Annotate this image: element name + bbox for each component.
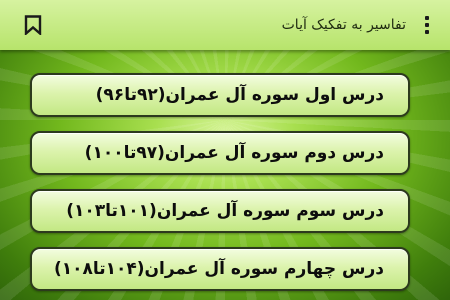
app-toolbar: تفاسیر به تفکیک آیات (0, 0, 450, 50)
lesson-label: درس چهارم سوره آل عمران(۱۰۴تا۱۰۸) (53, 259, 384, 279)
overflow-menu-button[interactable] (416, 12, 438, 38)
lesson-label: درس سوم سوره آل عمران(۱۰۱تا۱۰۳) (66, 201, 384, 221)
lesson-list: درس اول سوره آل عمران(۹۲تا۹۶) درس دوم سو… (0, 50, 450, 300)
lesson-button-3[interactable]: درس سوم سوره آل عمران(۱۰۱تا۱۰۳) (30, 189, 410, 233)
lesson-button-1[interactable]: درس اول سوره آل عمران(۹۲تا۹۶) (30, 73, 410, 117)
lesson-button-4[interactable]: درس چهارم سوره آل عمران(۱۰۴تا۱۰۸) (30, 247, 410, 291)
lesson-button-2[interactable]: درس دوم سوره آل عمران(۹۷تا۱۰۰) (30, 131, 410, 175)
page-title: تفاسیر به تفکیک آیات (281, 17, 406, 33)
bookmark-button[interactable] (20, 12, 46, 38)
lesson-label: درس اول سوره آل عمران(۹۲تا۹۶) (95, 85, 384, 105)
lesson-label: درس دوم سوره آل عمران(۹۷تا۱۰۰) (84, 143, 384, 163)
bookmark-icon (24, 15, 42, 35)
overflow-menu-icon (425, 15, 429, 36)
